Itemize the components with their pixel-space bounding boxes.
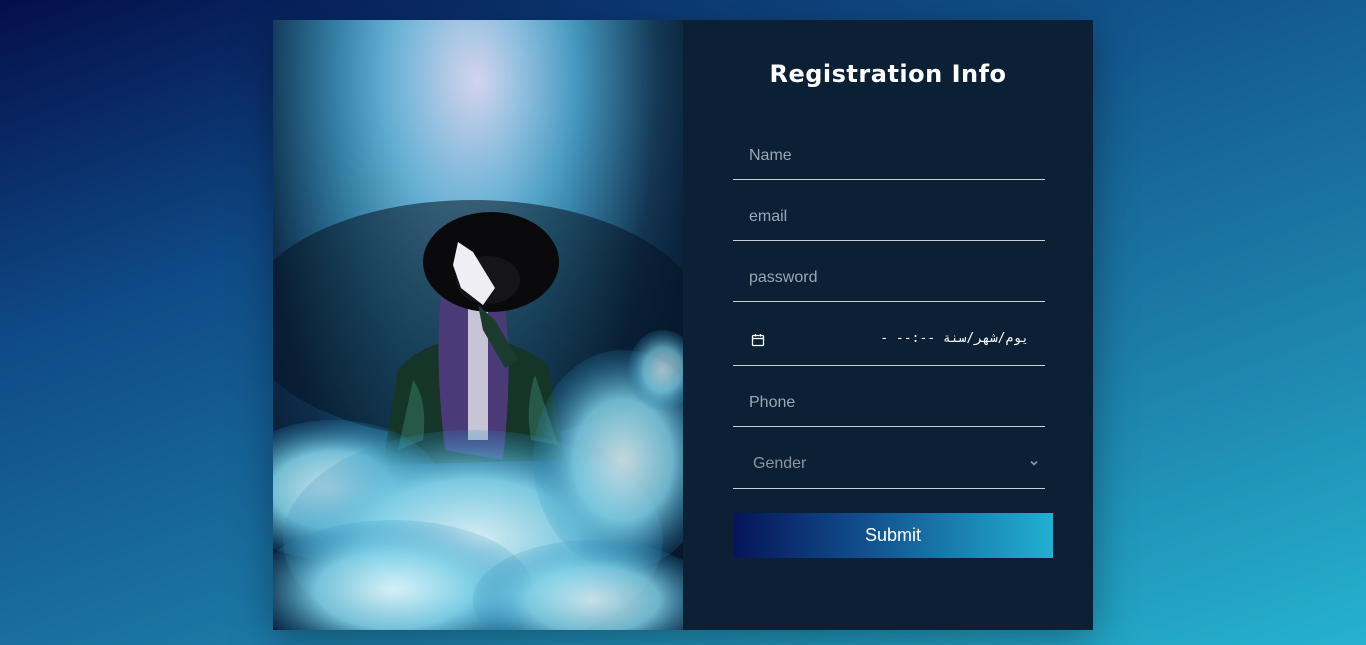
gender-select[interactable]: Gender (733, 441, 1045, 489)
smoke-portrait-illustration (273, 20, 683, 630)
chevron-down-icon (1030, 460, 1038, 466)
gender-selected-value: Gender (753, 455, 807, 472)
submit-button[interactable]: Submit (733, 513, 1053, 558)
calendar-icon[interactable] (751, 333, 765, 347)
email-input[interactable] (733, 194, 1045, 240)
name-field-wrapper (733, 133, 1045, 180)
datetime-value: يوم/شهر/سنة --:-- - (880, 331, 1029, 346)
registration-form: Registration Info يوم/شهر/سنة --:-- - Ge… (683, 20, 1093, 630)
phone-field-wrapper (733, 380, 1045, 427)
password-input[interactable] (733, 255, 1045, 301)
datetime-input[interactable]: يوم/شهر/سنة --:-- - (733, 316, 1045, 366)
phone-input[interactable] (733, 380, 1045, 426)
name-input[interactable] (733, 133, 1045, 179)
registration-card: Registration Info يوم/شهر/سنة --:-- - Ge… (273, 20, 1093, 630)
hero-photo (273, 20, 683, 630)
password-field-wrapper (733, 255, 1045, 302)
form-title: Registration Info (769, 60, 1007, 88)
email-field-wrapper (733, 194, 1045, 241)
